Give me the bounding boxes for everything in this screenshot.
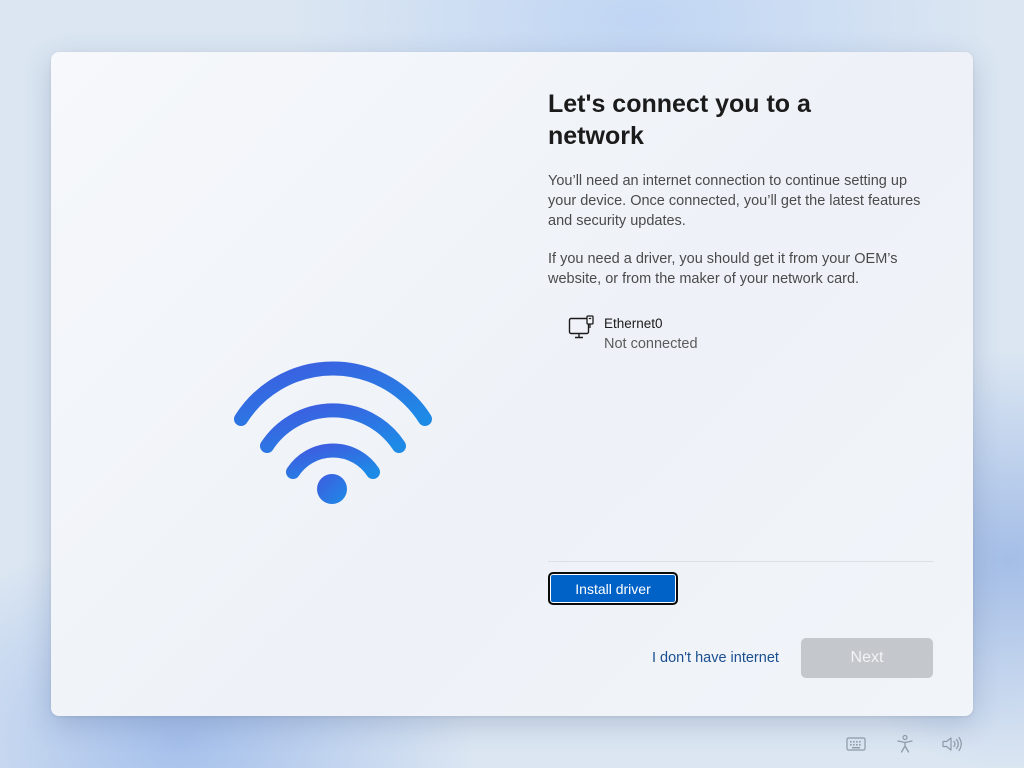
- divider: [548, 561, 934, 562]
- accessibility-icon[interactable]: [895, 734, 915, 756]
- network-status: Not connected: [604, 336, 698, 352]
- next-button[interactable]: Next: [801, 638, 933, 678]
- page-title: Let's connect you to a network: [548, 90, 811, 150]
- oobe-setup-card: Let's connect you to a network You’ll ne…: [51, 52, 973, 716]
- keyboard-icon[interactable]: [846, 734, 866, 756]
- setup-description: You’ll need an internet connection to co…: [548, 173, 921, 229]
- network-item-ethernet0[interactable]: Ethernet0 Not connected: [568, 314, 818, 358]
- ethernet-monitor-icon: [568, 315, 594, 339]
- wifi-icon: [234, 361, 432, 504]
- no-internet-link[interactable]: I don't have internet: [652, 650, 779, 666]
- driver-hint: If you need a driver, you should get it …: [548, 251, 898, 287]
- install-driver-button[interactable]: Install driver: [548, 572, 678, 605]
- setup-content: Let's connect you to a network You’ll ne…: [548, 52, 938, 716]
- network-name: Ethernet0: [604, 316, 663, 331]
- volume-icon[interactable]: [941, 734, 963, 756]
